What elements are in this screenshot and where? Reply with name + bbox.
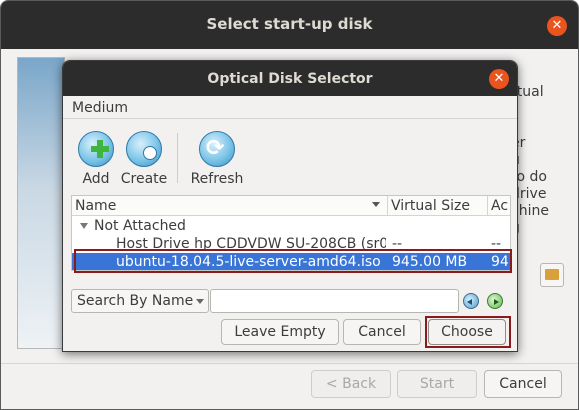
create-button[interactable]: Create <box>115 127 173 187</box>
search-mode-label: Search By Name <box>77 293 194 309</box>
search-next-icon[interactable] <box>487 293 503 309</box>
column-header-name[interactable]: Name <box>72 196 388 216</box>
selection-highlight-frame <box>74 249 512 273</box>
choose-highlight-frame <box>425 316 511 348</box>
refresh-label: Refresh <box>190 171 244 187</box>
add-disk-icon <box>78 131 114 167</box>
folder-icon <box>545 269 559 280</box>
window-close-icon[interactable]: ✕ <box>547 16 567 36</box>
wizard-illustration <box>17 57 65 349</box>
toolbar-separator <box>177 133 178 183</box>
window-title: Select start-up disk <box>206 15 373 33</box>
search-mode-combo[interactable]: Search By Name <box>71 289 209 313</box>
refresh-button[interactable]: ⟳ Refresh <box>187 127 247 187</box>
expand-arrow-icon[interactable] <box>80 223 88 229</box>
choose-disk-file-button[interactable] <box>540 263 564 287</box>
create-label: Create <box>120 171 168 187</box>
table-header: Name Virtual Size Ac <box>72 196 510 216</box>
search-previous-icon[interactable] <box>463 293 479 309</box>
sort-descending-icon <box>372 202 380 207</box>
chevron-down-icon <box>196 299 204 304</box>
search-input[interactable] <box>210 289 459 313</box>
optical-disk-selector-dialog: Optical Disk Selector ✕ Medium Add Creat… <box>62 60 518 352</box>
refresh-icon: ⟳ <box>199 131 235 167</box>
window-cancel-button[interactable]: Cancel <box>484 370 562 398</box>
group-row-not-attached[interactable]: Not Attached <box>72 217 510 235</box>
dialog-close-icon[interactable]: ✕ <box>489 69 509 89</box>
create-disk-icon <box>126 131 162 167</box>
back-button[interactable]: < Back <box>311 370 391 398</box>
start-button[interactable]: Start <box>397 370 477 398</box>
column-header-virtual-size[interactable]: Virtual Size <box>388 196 488 216</box>
wizard-description-text: l rtual er u to do drive chine g <box>511 67 549 236</box>
group-label: Not Attached <box>94 218 186 234</box>
menu-bar <box>63 97 517 119</box>
button-separator <box>1 363 578 364</box>
dialog-cancel-button[interactable]: Cancel <box>343 319 421 345</box>
leave-empty-button[interactable]: Leave Empty <box>221 319 339 345</box>
menu-medium[interactable]: Medium <box>72 100 128 116</box>
column-header-actual-size[interactable]: Ac <box>488 196 510 216</box>
dialog-title: Optical Disk Selector <box>207 71 373 87</box>
